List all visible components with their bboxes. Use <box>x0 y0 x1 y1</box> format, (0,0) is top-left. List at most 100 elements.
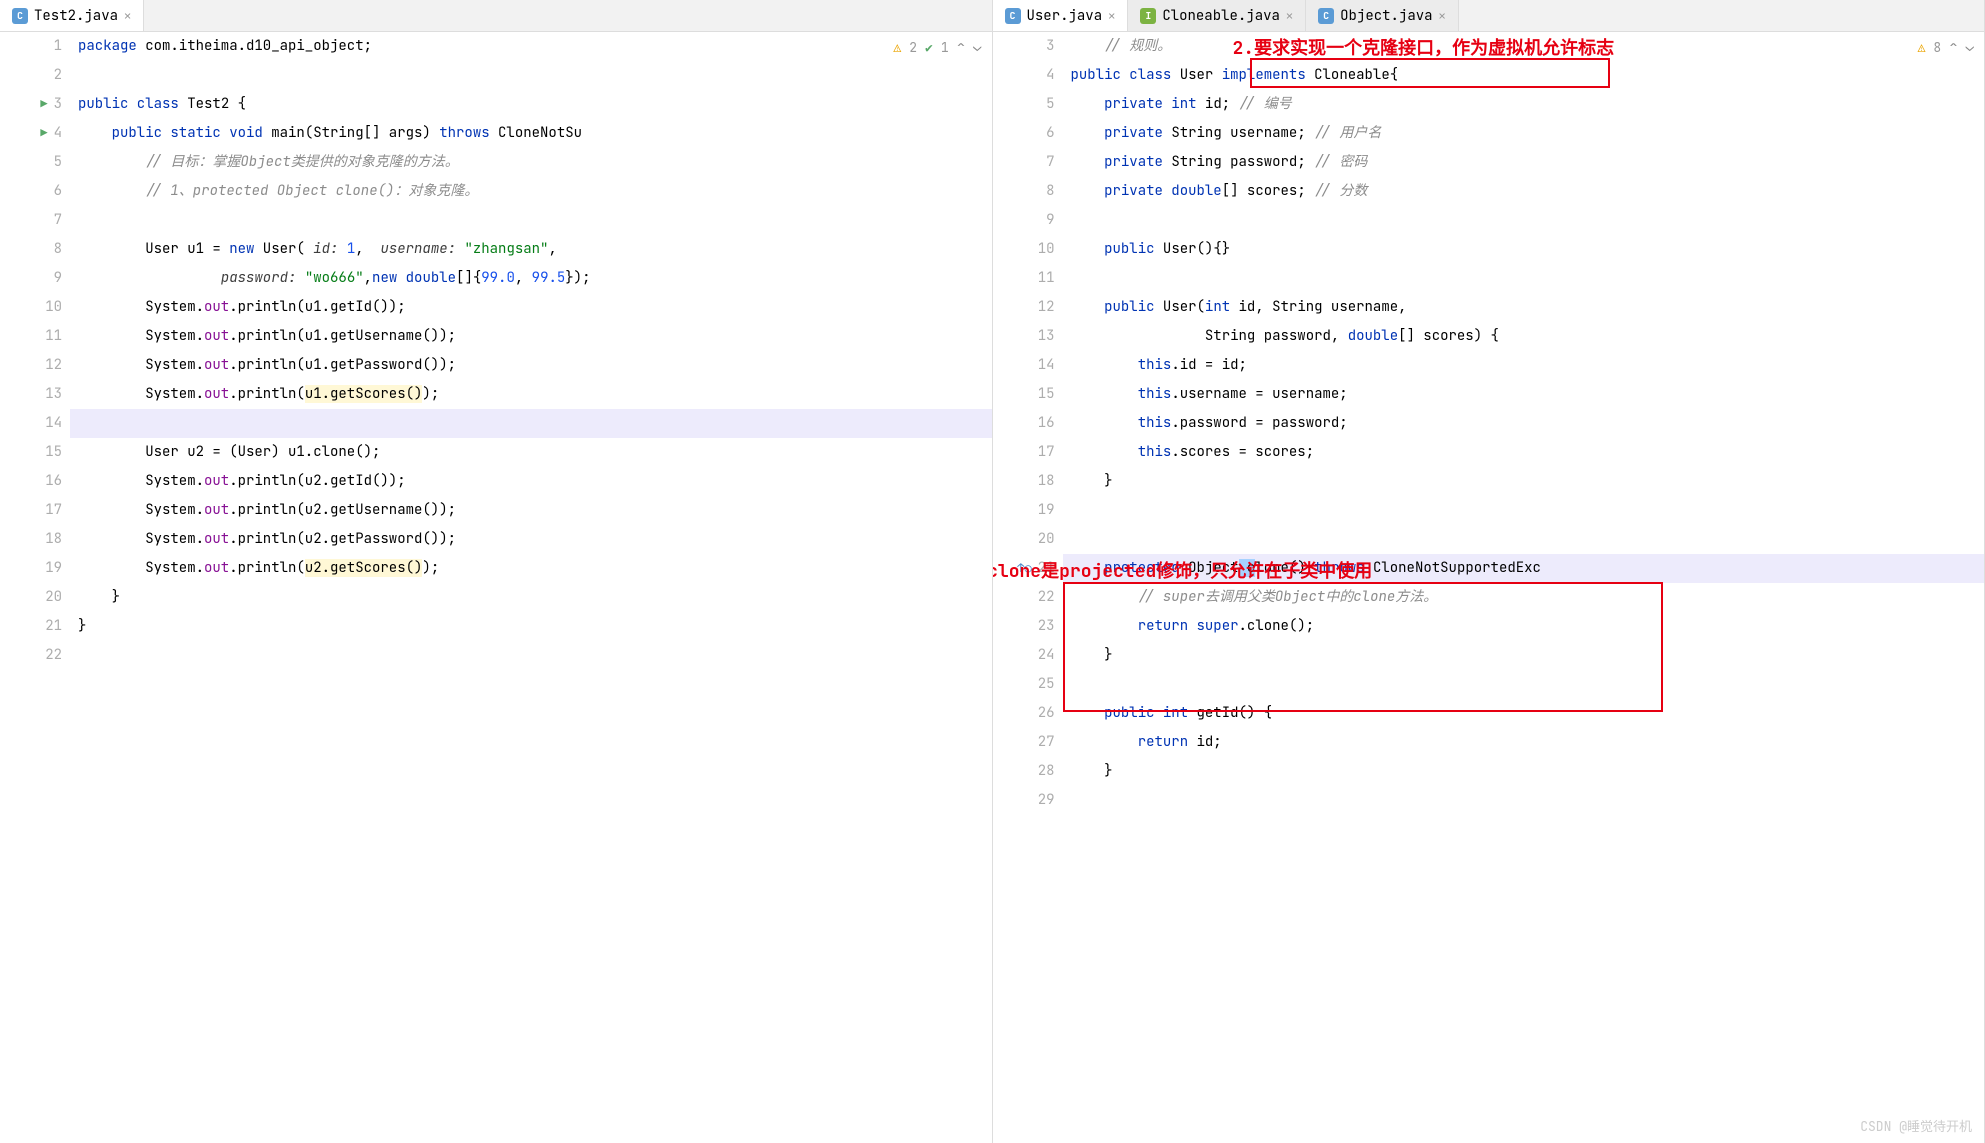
gutter-line: 10 <box>993 235 1055 264</box>
gutter-line: 22 <box>0 641 62 670</box>
left-code-area[interactable]: package com.itheima.d10_api_object;publi… <box>70 32 992 1143</box>
highlight-box-clone <box>1063 582 1663 712</box>
code-line[interactable]: System.out.println(u1.getPassword()); <box>70 351 992 380</box>
gutter-line: 7 <box>993 148 1055 177</box>
java-class-icon: C <box>12 8 28 24</box>
gutter-line: 8 <box>0 235 62 264</box>
code-line[interactable]: this.id = id; <box>1063 351 1985 380</box>
gutter-line: 21 <box>0 612 62 641</box>
code-line[interactable]: package com.itheima.d10_api_object; <box>70 32 992 61</box>
code-line[interactable]: // 目标：掌握Object类提供的对象克隆的方法。 <box>70 148 992 177</box>
tab-label: Cloneable.java <box>1162 7 1280 25</box>
gutter-line: 29 <box>993 786 1055 815</box>
run-icon[interactable]: ▶ <box>40 90 47 119</box>
gutter-line: 5 <box>0 148 62 177</box>
code-line[interactable] <box>70 206 992 235</box>
gutter-line: 22 <box>993 583 1055 612</box>
code-line[interactable]: public class Test2 { <box>70 90 992 119</box>
code-line[interactable]: System.out.println(u2.getPassword()); <box>70 525 992 554</box>
code-line[interactable]: // 1、protected Object clone()：对象克隆。 <box>70 177 992 206</box>
code-line[interactable]: this.username = username; <box>1063 380 1985 409</box>
code-line[interactable]: private String username; // 用户名 <box>1063 119 1985 148</box>
code-line[interactable]: public User(int id, String username, <box>1063 293 1985 322</box>
gutter-line: 28 <box>993 757 1055 786</box>
code-line[interactable]: System.out.println(u2.getId()); <box>70 467 992 496</box>
code-line[interactable]: } <box>70 612 992 641</box>
code-line[interactable] <box>1063 496 1985 525</box>
gutter-line: 6 <box>0 177 62 206</box>
right-code-area[interactable]: 2.要求实现一个克隆接口，作为虚拟机允许标志 1.重写克隆方法，原因在于clon… <box>1063 32 1985 1143</box>
code-line[interactable]: User u1 = new User( id: 1, username: "zh… <box>70 235 992 264</box>
close-icon[interactable]: ✕ <box>1439 8 1446 24</box>
code-line[interactable]: password: "wo666",new double[]{99.0, 99.… <box>70 264 992 293</box>
gutter-line: 3 <box>993 32 1055 61</box>
code-line[interactable]: this.password = password; <box>1063 409 1985 438</box>
code-line[interactable]: private double[] scores; // 分数 <box>1063 177 1985 206</box>
code-line[interactable] <box>70 641 992 670</box>
gutter-line: 11 <box>0 322 62 351</box>
gutter-line: 20 <box>0 583 62 612</box>
code-line[interactable] <box>70 409 992 438</box>
gutter-line: 27 <box>993 728 1055 757</box>
code-line[interactable]: } <box>70 583 992 612</box>
gutter-line: 16 <box>993 409 1055 438</box>
code-line[interactable] <box>70 61 992 90</box>
gutter-line: 12 <box>0 351 62 380</box>
close-icon[interactable]: ✕ <box>124 8 131 24</box>
watermark: CSDN @睡觉待开机 <box>1860 1116 1972 1135</box>
gutter-line: 20 <box>993 525 1055 554</box>
gutter-line: 5 <box>993 90 1055 119</box>
gutter-line: 14 <box>0 409 62 438</box>
code-line[interactable]: } <box>1063 757 1985 786</box>
code-line[interactable]: System.out.println(u1.getUsername()); <box>70 322 992 351</box>
gutter-line: 13 <box>993 322 1055 351</box>
gutter-line: 23 <box>993 612 1055 641</box>
code-line[interactable] <box>1063 206 1985 235</box>
tab-test2[interactable]: C Test2.java ✕ <box>0 0 144 31</box>
tab-cloneable[interactable]: I Cloneable.java ✕ <box>1128 0 1306 31</box>
left-tab-bar: C Test2.java ✕ <box>0 0 992 32</box>
code-line[interactable]: private int id; // 编号 <box>1063 90 1985 119</box>
code-line[interactable]: User u2 = (User) u1.clone(); <box>70 438 992 467</box>
annotation-2: 2.要求实现一个克隆接口，作为虚拟机允许标志 <box>1233 34 1615 60</box>
gutter-line: 13 <box>0 380 62 409</box>
code-line[interactable]: public User(){} <box>1063 235 1985 264</box>
gutter-line: 2 <box>0 61 62 90</box>
gutter-line: 18 <box>0 525 62 554</box>
code-line[interactable]: System.out.println(u1.getId()); <box>70 293 992 322</box>
tab-user[interactable]: C User.java ✕ <box>993 0 1129 31</box>
gutter-line: 17 <box>993 438 1055 467</box>
java-class-icon: C <box>1318 8 1334 24</box>
code-line[interactable]: private String password; // 密码 <box>1063 148 1985 177</box>
gutter-line: 6 <box>993 119 1055 148</box>
code-line[interactable] <box>1063 264 1985 293</box>
right-editor[interactable]: ⚠ 8 ⌃ ⌄ 34567891011121314151617181920↑○2… <box>993 32 1985 1143</box>
tab-label: Test2.java <box>34 7 118 25</box>
code-line[interactable]: return id; <box>1063 728 1985 757</box>
code-line[interactable]: } <box>1063 467 1985 496</box>
code-line[interactable]: System.out.println(u2.getScores()); <box>70 554 992 583</box>
code-line[interactable]: this.scores = scores; <box>1063 438 1985 467</box>
right-tab-bar: C User.java ✕ I Cloneable.java ✕ C Objec… <box>993 0 1985 32</box>
gutter-line: 4 <box>993 61 1055 90</box>
gutter-line: 11 <box>993 264 1055 293</box>
close-icon[interactable]: ✕ <box>1108 8 1115 24</box>
code-line[interactable]: String password, double[] scores) { <box>1063 322 1985 351</box>
gutter-line: 25 <box>993 670 1055 699</box>
code-line[interactable]: System.out.println(u2.getUsername()); <box>70 496 992 525</box>
gutter-line: 7 <box>0 206 62 235</box>
run-icon[interactable]: ▶ <box>40 119 47 148</box>
gutter-line: 15 <box>993 380 1055 409</box>
close-icon[interactable]: ✕ <box>1286 8 1293 24</box>
left-editor[interactable]: ⚠ 2 ✔ 1 ⌃ ⌄ 12▶3▶45678910111213141516171… <box>0 32 992 1143</box>
gutter-line: 24 <box>993 641 1055 670</box>
code-line[interactable]: public static void main(String[] args) t… <box>70 119 992 148</box>
left-gutter: 12▶3▶45678910111213141516171819202122 <box>0 32 70 1143</box>
ide-split-view: C Test2.java ✕ ⚠ 2 ✔ 1 ⌃ ⌄ 12▶3▶45678910… <box>0 0 1985 1143</box>
code-line[interactable]: System.out.println(u1.getScores()); <box>70 380 992 409</box>
tab-object[interactable]: C Object.java ✕ <box>1306 0 1459 31</box>
code-line[interactable] <box>1063 786 1985 815</box>
left-editor-pane: C Test2.java ✕ ⚠ 2 ✔ 1 ⌃ ⌄ 12▶3▶45678910… <box>0 0 993 1143</box>
code-line[interactable] <box>1063 525 1985 554</box>
annotation-1: 1.重写克隆方法，原因在于clone是projected修饰，只允许在子类中使用 <box>993 557 1373 583</box>
